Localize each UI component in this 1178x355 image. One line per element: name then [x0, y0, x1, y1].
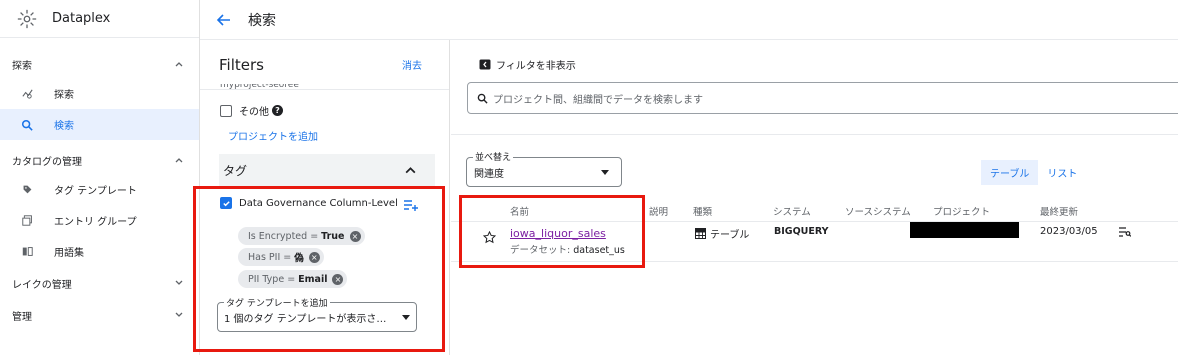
nav-section-explore[interactable]: 探索: [0, 50, 199, 78]
arrow-back-icon[interactable]: [216, 12, 232, 28]
filters-title: Filters: [219, 55, 264, 74]
column-header-source-system[interactable]: ソースシステム: [845, 204, 911, 218]
view-list-button[interactable]: リスト: [1038, 160, 1086, 185]
glossary-icon: [20, 245, 34, 259]
entry-system: BIGQUERY: [774, 226, 829, 237]
nav-section-label: 管理: [12, 311, 32, 323]
filter-other[interactable]: その他 ?: [220, 103, 283, 118]
chevron-down-icon: [175, 312, 183, 317]
column-header-type[interactable]: 種類: [693, 204, 712, 218]
divider: [451, 134, 1178, 135]
sidebar-item-entry-groups[interactable]: エントリ グループ: [0, 205, 199, 236]
explore-icon: [20, 87, 34, 101]
nav-section-label: カタログの管理: [12, 156, 82, 168]
sidebar-item-label: エントリ グループ: [54, 217, 137, 228]
entry-type-label: テーブル: [710, 230, 750, 241]
checkbox[interactable]: [220, 104, 232, 117]
search-placeholder: プロジェクト間、組織間でデータを検索します: [493, 94, 703, 106]
hide-filters-label: フィルタを非表示: [496, 61, 576, 72]
highlight-box-tag-filter: [193, 186, 445, 352]
nav-section-admin[interactable]: 管理: [0, 301, 199, 329]
entry-group-icon: [20, 214, 34, 228]
chevron-up-icon: [405, 166, 416, 173]
column-header-system[interactable]: システム: [773, 204, 811, 218]
tag-section-header[interactable]: タグ: [219, 154, 435, 186]
redacted-project: [910, 222, 1019, 238]
sidebar-item-glossary[interactable]: 用語集: [0, 236, 199, 267]
clear-filters-button[interactable]: 消去: [402, 57, 422, 72]
filters-header: Filters 消去: [200, 40, 449, 90]
details-icon[interactable]: [1119, 227, 1131, 237]
chevron-up-icon: [175, 158, 183, 163]
dataplex-logo-icon: [17, 9, 37, 28]
hide-panel-icon: [479, 59, 491, 70]
help-icon[interactable]: ?: [272, 105, 283, 116]
view-table-button[interactable]: テーブル: [981, 160, 1039, 185]
dropdown-arrow-icon: [601, 169, 609, 175]
nav-header: Dataplex: [0, 0, 199, 38]
truncated-filter-item: myproject-seoree: [220, 84, 299, 90]
sidebar-item-label: タグ テンプレート: [54, 186, 137, 197]
chevron-up-icon: [175, 62, 183, 67]
tag-icon: [20, 183, 34, 197]
column-header-description[interactable]: 説明: [649, 204, 668, 218]
search-input[interactable]: プロジェクト間、組織間でデータを検索します: [467, 82, 1178, 114]
table-icon: [695, 228, 706, 239]
column-header-project[interactable]: プロジェクト: [933, 204, 990, 218]
sidebar-item-search[interactable]: 検索: [0, 109, 199, 140]
column-header-last-updated[interactable]: 最終更新: [1040, 204, 1078, 218]
entry-last-updated: 2023/03/05: [1040, 226, 1098, 237]
view-toggle: テーブル リスト: [981, 160, 1086, 185]
sort-select-label: 並べ替え: [473, 150, 514, 163]
filter-other-label: その他: [239, 107, 269, 118]
sidebar-item-tag-templates[interactable]: タグ テンプレート: [0, 174, 199, 205]
sidebar-item-explore[interactable]: 探索: [0, 78, 199, 109]
highlight-box-result: [459, 195, 645, 268]
page-header: 検索: [200, 0, 1178, 40]
sidebar-item-label: 用語集: [54, 248, 84, 259]
search-icon: [477, 93, 488, 104]
search-icon: [20, 118, 34, 132]
left-nav: Dataplex 探索 探索 検索 カタログの管理 タグ テンプレート エントリ…: [0, 0, 200, 355]
tag-section-label: タグ: [223, 163, 248, 178]
page-title: 検索: [248, 12, 276, 29]
sort-select-value: 関連度: [474, 168, 504, 180]
entry-type: テーブル: [695, 226, 749, 241]
sort-select[interactable]: 並べ替え 関連度: [466, 150, 622, 187]
chevron-down-icon: [175, 280, 183, 285]
nav-section-catalog[interactable]: カタログの管理: [0, 146, 199, 174]
nav-section-lakes[interactable]: レイクの管理: [0, 269, 199, 297]
sidebar-item-label: 検索: [54, 121, 74, 132]
hide-filters-button[interactable]: フィルタを非表示: [479, 57, 576, 72]
app-name: Dataplex: [52, 11, 111, 26]
sidebar-item-label: 探索: [54, 90, 74, 101]
nav-section-label: レイクの管理: [12, 279, 72, 291]
nav-section-label: 探索: [12, 60, 32, 72]
add-project-link[interactable]: プロジェクトを追加: [228, 128, 318, 143]
